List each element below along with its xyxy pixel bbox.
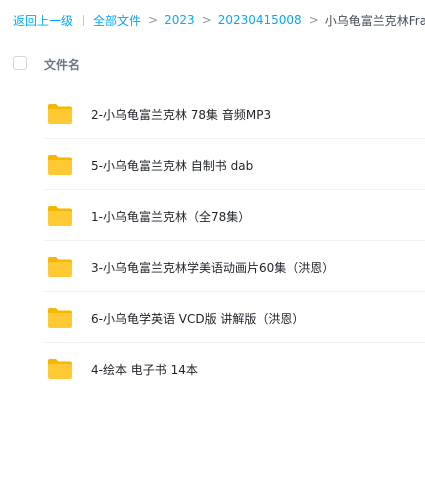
folder-icon (48, 155, 72, 175)
file-name[interactable]: 4-绘本 电子书 14本 (91, 361, 198, 378)
file-name[interactable]: 1-小乌龟富兰克林（全78集） (91, 208, 250, 225)
file-list: 2-小乌龟富兰克林 78集 音频MP3 5-小乌龟富兰克林 自制书 dab 1-… (0, 88, 425, 394)
chevron-right-icon: > (201, 13, 212, 27)
file-name[interactable]: 5-小乌龟富兰克林 自制书 dab (91, 157, 253, 174)
file-row[interactable]: 2-小乌龟富兰克林 78集 音频MP3 (0, 88, 425, 139)
file-row[interactable]: 6-小乌龟学英语 VCD版 讲解版（洪恩） (0, 292, 425, 343)
chevron-right-icon: > (308, 13, 319, 27)
folder-icon (48, 257, 72, 277)
file-list-header: 文件名 (0, 50, 425, 80)
breadcrumb-current: 小乌龟富兰克林Fran (324, 13, 425, 28)
breadcrumb-20230415008[interactable]: 20230415008 (218, 13, 302, 27)
file-name[interactable]: 2-小乌龟富兰克林 78集 音频MP3 (91, 106, 271, 123)
file-name[interactable]: 6-小乌龟学英语 VCD版 讲解版（洪恩） (91, 310, 304, 327)
folder-icon (48, 359, 72, 379)
folder-icon (48, 308, 72, 328)
breadcrumb-all-files[interactable]: 全部文件 (93, 12, 141, 29)
folder-icon (48, 104, 72, 124)
select-all-checkbox[interactable] (13, 56, 27, 70)
file-name[interactable]: 3-小乌龟富兰克林学美语动画片60集（洪恩） (91, 259, 334, 276)
breadcrumb: 返回上一级 全部文件 > 2023 > 20230415008 > 小乌龟富兰克… (13, 10, 425, 30)
back-link[interactable]: 返回上一级 (13, 12, 73, 29)
file-row[interactable]: 3-小乌龟富兰克林学美语动画片60集（洪恩） (0, 241, 425, 292)
file-row[interactable]: 5-小乌龟富兰克林 自制书 dab (0, 139, 425, 190)
chevron-right-icon: > (148, 13, 159, 27)
file-row[interactable]: 4-绘本 电子书 14本 (0, 343, 425, 394)
breadcrumb-2023[interactable]: 2023 (164, 13, 195, 27)
file-row[interactable]: 1-小乌龟富兰克林（全78集） (0, 190, 425, 241)
column-header-filename[interactable]: 文件名 (44, 56, 80, 73)
folder-icon (48, 206, 72, 226)
file-browser-page: 返回上一级 全部文件 > 2023 > 20230415008 > 小乌龟富兰克… (0, 0, 425, 482)
breadcrumb-divider (83, 14, 85, 26)
